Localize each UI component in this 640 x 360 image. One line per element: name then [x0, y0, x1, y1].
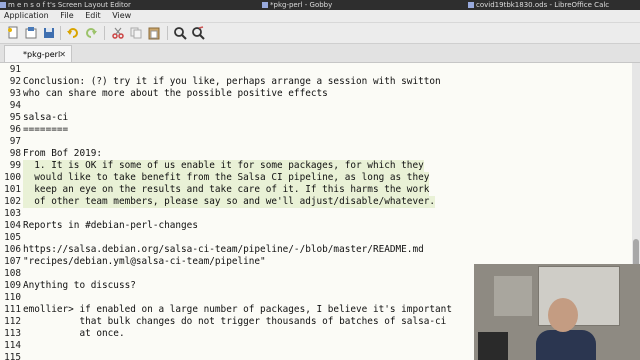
line-number: 101 [4, 184, 21, 195]
taskbar: m e n s o f t's Screen Layout Editor *pk… [0, 0, 640, 10]
editor-line[interactable]: 98 From Bof 2019: [0, 148, 632, 160]
editor-line[interactable]: 95 salsa-ci [0, 112, 632, 124]
line-number: 99 [9, 160, 21, 171]
app-icon [0, 2, 6, 8]
redo-icon[interactable] [84, 26, 98, 40]
line-number: 106 [4, 244, 21, 255]
find-icon[interactable] [173, 26, 187, 40]
line-number: 113 [4, 328, 21, 339]
line-number: 96 [9, 124, 21, 135]
line-number: 93 [9, 88, 21, 99]
taskbar-item-layout-editor[interactable]: m e n s o f t's Screen Layout Editor [0, 0, 170, 10]
editor-line[interactable]: 101 keep an eye on the results and take … [0, 184, 632, 196]
tab-title: *pkg-perl [23, 50, 61, 59]
new-document-icon[interactable] [6, 26, 20, 40]
line-text[interactable]: From Bof 2019: [23, 148, 102, 160]
editor-line[interactable]: 92 Conclusion: (?) try it if you like, pe… [0, 76, 632, 88]
line-number: 107 [4, 256, 21, 267]
line-number: 112 [4, 316, 21, 327]
line-number: 103 [4, 208, 21, 219]
line-number: 98 [9, 148, 21, 159]
line-text[interactable]: at once. [23, 328, 124, 340]
line-number: 91 [9, 64, 21, 75]
taskbar-item-calc[interactable]: covid19tbk1830.ods - LibreOffice Calc [468, 0, 640, 10]
menu-application[interactable]: Application [4, 11, 49, 20]
line-number: 105 [4, 232, 21, 243]
cut-icon[interactable] [111, 26, 125, 40]
editor-line[interactable]: 103 [0, 208, 632, 220]
line-text[interactable]: of other team members, please say so and… [23, 196, 436, 208]
open-icon[interactable] [24, 26, 38, 40]
line-number: 97 [9, 136, 21, 147]
line-text[interactable]: keep an eye on the results and take care… [23, 184, 430, 196]
editor-line[interactable]: 99 1. It is OK if some of us enable it f… [0, 160, 632, 172]
editor-line[interactable]: 102 of other team members, please say so… [0, 196, 632, 208]
line-text[interactable]: "recipes/debian.yml@salsa-ci-team/pipeli… [23, 256, 266, 268]
tab-pkg-perl[interactable]: *pkg-perl ✕ [4, 45, 72, 62]
editor-line[interactable]: 91 [0, 64, 632, 76]
line-number: 95 [9, 112, 21, 123]
webcam-video [474, 264, 640, 360]
line-text[interactable]: emollier> if enabled on a large number o… [23, 304, 452, 316]
editor-line[interactable]: 94 [0, 100, 632, 112]
menu-edit[interactable]: Edit [85, 11, 101, 20]
toolbar-separator [167, 26, 168, 40]
document-tab-bar: *pkg-perl ✕ [0, 44, 640, 63]
taskbar-label: covid19tbk1830.ods - LibreOffice Calc [476, 1, 610, 9]
line-text[interactable]: https://salsa.debian.org/salsa-ci-team/p… [23, 244, 424, 256]
toolbar [0, 23, 640, 44]
line-number: 108 [4, 268, 21, 279]
app-icon [468, 2, 474, 8]
app-icon [262, 2, 268, 8]
taskbar-label: *pkg-perl - Gobby [270, 1, 333, 9]
line-text[interactable]: Conclusion: (?) try it if you like, perh… [23, 76, 441, 88]
toolbar-separator [60, 26, 61, 40]
line-number: 110 [4, 292, 21, 303]
laptop-screen [478, 332, 508, 360]
close-icon[interactable]: ✕ [59, 46, 66, 63]
line-text[interactable]: Reports in #debian-perl-changes [23, 220, 198, 232]
wall-poster [494, 276, 532, 316]
find-replace-icon[interactable] [191, 26, 205, 40]
taskbar-item-gobby[interactable]: *pkg-perl - Gobby [262, 0, 432, 10]
editor-line[interactable]: 100 would like to take benefit from the … [0, 172, 632, 184]
paste-icon[interactable] [147, 26, 161, 40]
editor-line[interactable]: 97 [0, 136, 632, 148]
line-number: 115 [4, 352, 21, 360]
menu-bar: Application File Edit View [0, 10, 640, 23]
line-text[interactable]: would like to take benefit from the Sals… [23, 172, 430, 184]
line-text[interactable]: that bulk changes do not trigger thousan… [23, 316, 446, 328]
save-icon[interactable] [42, 26, 56, 40]
line-text[interactable]: ======== [23, 124, 68, 136]
line-text[interactable]: Anything to discuss? [23, 280, 136, 292]
line-text[interactable]: salsa-ci [23, 112, 68, 124]
line-text[interactable]: who can share more about the possible po… [23, 88, 328, 100]
menu-file[interactable]: File [60, 11, 73, 20]
line-number: 94 [9, 100, 21, 111]
editor-line[interactable]: 104 Reports in #debian-perl-changes [0, 220, 632, 232]
line-number: 111 [4, 304, 21, 315]
menu-view[interactable]: View [112, 11, 131, 20]
line-number: 100 [4, 172, 21, 183]
line-number: 102 [4, 196, 21, 207]
speaker-head [548, 298, 578, 332]
line-number: 114 [4, 340, 21, 351]
line-text[interactable]: 1. It is OK if some of us enable it for … [23, 160, 424, 172]
editor-line[interactable]: 106 https://salsa.debian.org/salsa-ci-tea… [0, 244, 632, 256]
speaker-body [536, 330, 596, 360]
taskbar-label: m e n s o f t's Screen Layout Editor [8, 1, 131, 9]
line-number: 104 [4, 220, 21, 231]
editor-line[interactable]: 93 who can share more about the possible … [0, 88, 632, 100]
editor-line[interactable]: 96 ======== [0, 124, 632, 136]
editor-line[interactable]: 105 [0, 232, 632, 244]
undo-icon[interactable] [66, 26, 80, 40]
copy-icon[interactable] [129, 26, 143, 40]
line-number: 92 [9, 76, 21, 87]
line-number: 109 [4, 280, 21, 291]
toolbar-separator [104, 26, 105, 40]
